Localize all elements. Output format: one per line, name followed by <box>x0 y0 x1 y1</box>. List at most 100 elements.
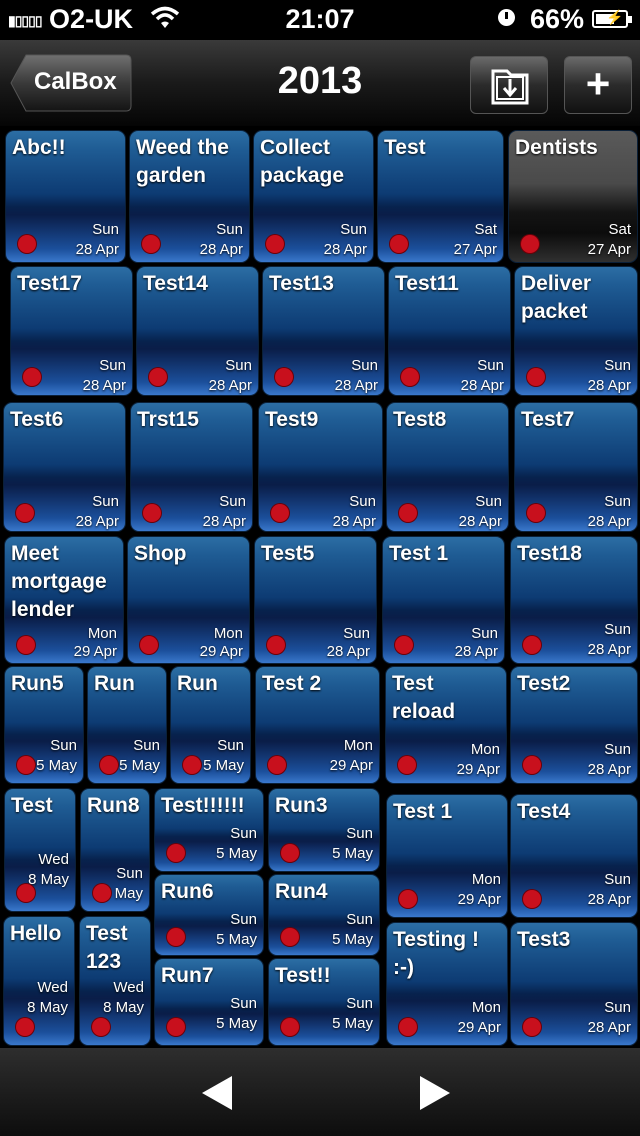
event-tile[interactable]: Test 1 Mon 29 Apr <box>386 794 508 918</box>
event-tile[interactable]: Run Sun 5 May <box>87 666 167 784</box>
event-tile[interactable]: Collect package Sun 28 Apr <box>253 130 374 263</box>
event-status-dot-icon <box>167 844 185 862</box>
event-date: 27 Apr <box>453 241 497 258</box>
event-tile[interactable]: Test9 Sun 28 Apr <box>258 402 383 532</box>
event-title: Trst15 <box>137 408 199 431</box>
event-title: Run5 <box>11 672 64 695</box>
event-title: Test9 <box>265 408 319 431</box>
event-title: Dentists <box>515 136 598 159</box>
event-tile[interactable]: Test!!!!!! Sun 5 May <box>154 788 264 872</box>
event-date: 28 Apr <box>587 513 631 530</box>
event-date: 28 Apr <box>202 513 246 530</box>
event-tile[interactable]: Deliver packet Sun 28 Apr <box>514 266 638 396</box>
event-tile[interactable]: Meet mortgage lender Mon 29 Apr <box>4 536 124 664</box>
next-arrow-icon[interactable] <box>420 1076 450 1110</box>
event-date: 28 Apr <box>334 377 378 394</box>
event-status-dot-icon <box>527 368 545 386</box>
event-day: Sun <box>217 737 244 754</box>
folder-import-icon <box>491 69 529 105</box>
event-title: Collect package <box>260 136 345 187</box>
event-title: Run8 <box>87 794 140 817</box>
charging-bolt-icon: ⚡ <box>606 9 624 25</box>
event-day: Sun <box>349 493 376 510</box>
event-day: Sun <box>346 825 373 842</box>
event-tile[interactable]: Test17 Sun 28 Apr <box>10 266 133 396</box>
event-tile[interactable]: Abc!! Sun 28 Apr <box>5 130 126 263</box>
event-day: Mon <box>470 741 500 758</box>
event-title: Test8 <box>393 408 447 431</box>
event-day: Sun <box>471 625 498 642</box>
event-day: Sun <box>604 357 631 374</box>
event-day: Sun <box>230 995 257 1012</box>
event-date: 29 Apr <box>457 1019 501 1036</box>
event-day: Sun <box>604 999 631 1016</box>
event-tile[interactable]: Test Wed 8 May <box>4 788 76 912</box>
status-bar: ▮▯▯▯▯ O2-UK 21:07 66% ⚡ <box>0 0 640 40</box>
event-tile[interactable]: Dentists Sat 27 Apr <box>508 130 638 263</box>
event-tile[interactable]: Test3 Sun 28 Apr <box>510 922 638 1046</box>
event-tile[interactable]: Testing ! :-) Mon 29 Apr <box>386 922 508 1046</box>
event-tile[interactable]: Run3 Sun 5 May <box>268 788 380 872</box>
event-day: Sun <box>346 995 373 1012</box>
event-tile[interactable]: Test 2 Mon 29 Apr <box>255 666 380 784</box>
event-tile[interactable]: Test2 Sun 28 Apr <box>510 666 638 784</box>
event-tile[interactable]: Test8 Sun 28 Apr <box>386 402 509 532</box>
event-status-dot-icon <box>266 235 284 253</box>
event-title: Test6 <box>10 408 64 431</box>
event-status-dot-icon <box>92 1018 110 1036</box>
alarm-clock-icon <box>498 9 515 26</box>
event-tile[interactable]: Run6 Sun 5 May <box>154 874 264 956</box>
event-tile[interactable]: Test11 Sun 28 Apr <box>388 266 511 396</box>
event-tile[interactable]: Run5 Sun 5 May <box>4 666 84 784</box>
event-tile[interactable]: Hello Wed 8 May <box>3 916 75 1046</box>
event-title: Weed the garden <box>136 136 229 187</box>
event-tile[interactable]: Trst15 Sun 28 Apr <box>130 402 253 532</box>
event-tile[interactable]: Run Sun 5 May <box>170 666 251 784</box>
import-button[interactable] <box>470 56 548 114</box>
event-tile[interactable]: Run4 Sun 5 May <box>268 874 380 956</box>
event-title: Test4 <box>517 800 571 823</box>
event-tile[interactable]: Test7 Sun 28 Apr <box>514 402 638 532</box>
event-date: 28 Apr <box>326 643 370 660</box>
event-date: 29 Apr <box>457 891 501 908</box>
event-tile[interactable]: Test6 Sun 28 Apr <box>3 402 126 532</box>
event-date: 8 May <box>28 871 69 888</box>
event-tile[interactable]: Test14 Sun 28 Apr <box>136 266 259 396</box>
event-status-dot-icon <box>275 368 293 386</box>
navigation-bar: CalBox 2013 + <box>0 40 640 126</box>
event-day: Sun <box>475 493 502 510</box>
add-event-button[interactable]: + <box>564 56 632 114</box>
event-date: 28 Apr <box>323 241 367 258</box>
event-tile[interactable]: Run8 Sun 5 May <box>80 788 150 912</box>
event-tile[interactable]: Test 123 Wed 8 May <box>79 916 151 1046</box>
event-day: Mon <box>343 737 373 754</box>
event-title: Test18 <box>517 542 582 565</box>
event-day: Sun <box>604 621 631 638</box>
event-tile[interactable]: Test13 Sun 28 Apr <box>262 266 385 396</box>
event-day: Sun <box>346 911 373 928</box>
event-day: Mon <box>87 625 117 642</box>
event-tile[interactable]: Test!! Sun 5 May <box>268 958 380 1046</box>
event-tile[interactable]: Weed the garden Sun 28 Apr <box>129 130 250 263</box>
event-tile[interactable]: Test 1 Sun 28 Apr <box>382 536 505 664</box>
event-date: 5 May <box>216 1015 257 1032</box>
previous-arrow-icon[interactable] <box>202 1076 232 1110</box>
event-tile[interactable]: Test Sat 27 Apr <box>377 130 504 263</box>
event-title: Test7 <box>521 408 575 431</box>
event-status-dot-icon <box>399 890 417 908</box>
event-date: 5 May <box>216 931 257 948</box>
event-tile[interactable]: Test reload Mon 29 Apr <box>385 666 507 784</box>
event-status-dot-icon <box>523 636 541 654</box>
event-day: Sun <box>604 871 631 888</box>
event-date: 28 Apr <box>587 891 631 908</box>
event-title: Meet mortgage lender <box>11 542 107 621</box>
event-tile[interactable]: Shop Mon 29 Apr <box>127 536 250 664</box>
event-tile[interactable]: Test4 Sun 28 Apr <box>510 794 638 918</box>
event-title: Shop <box>134 542 187 565</box>
event-day: Sun <box>219 493 246 510</box>
event-tile[interactable]: Test5 Sun 28 Apr <box>254 536 377 664</box>
event-tile[interactable]: Test18 Sun 28 Apr <box>510 536 638 664</box>
event-tile[interactable]: Run7 Sun 5 May <box>154 958 264 1046</box>
event-status-dot-icon <box>390 235 408 253</box>
event-date: 28 Apr <box>454 643 498 660</box>
